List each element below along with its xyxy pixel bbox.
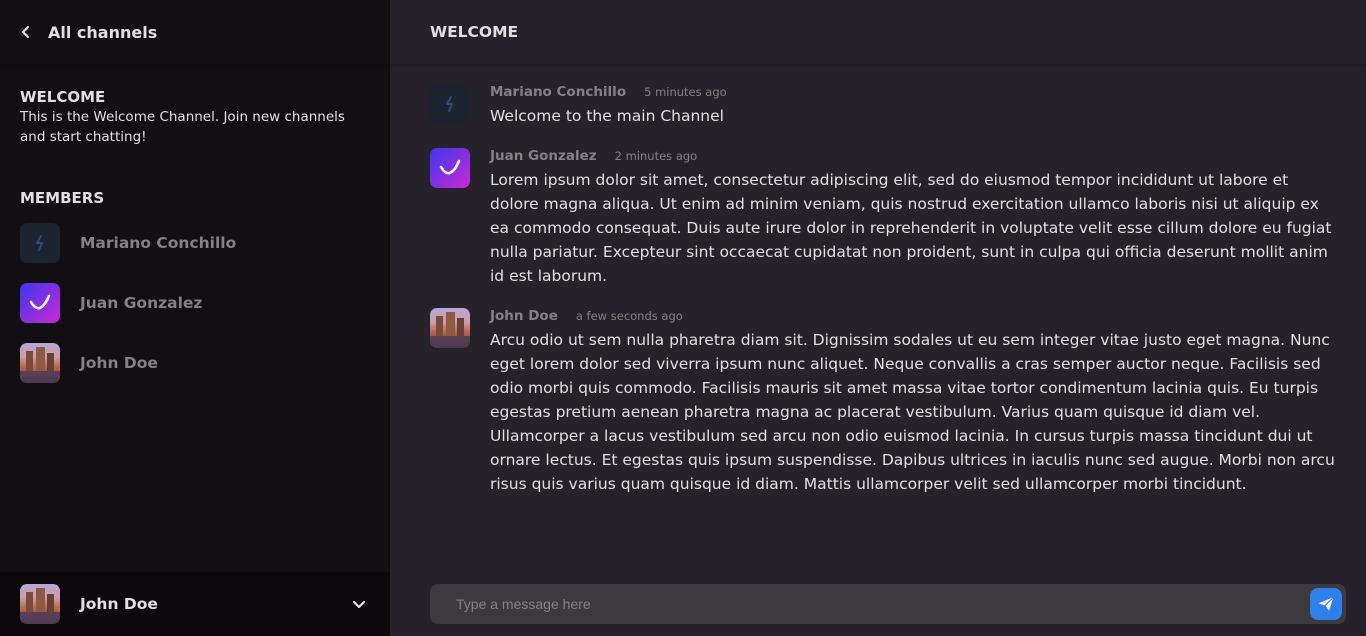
send-button[interactable] — [1310, 588, 1342, 620]
message: Juan Gonzalez 2 minutes ago Lorem ipsum … — [430, 148, 1338, 288]
member-list: Mariano Conchillo Juan Gonzalez John Doe — [20, 223, 370, 383]
message-meta: Juan Gonzalez 2 minutes ago — [490, 148, 1338, 166]
message-text: Arcu odio ut sem nulla pharetra diam sit… — [490, 331, 1335, 493]
member-item[interactable]: Juan Gonzalez — [20, 283, 370, 323]
message-body: John Doe a few seconds ago Arcu odio ut … — [490, 308, 1338, 496]
channel-name: WELCOME — [20, 88, 106, 106]
channel-info: WELCOME This is the Welcome Channel. Joi… — [0, 64, 390, 383]
message-time: a few seconds ago — [575, 309, 683, 323]
photo-image — [20, 347, 60, 383]
current-user-avatar — [20, 584, 60, 624]
check-logo-icon — [439, 159, 461, 175]
photo-image — [430, 312, 470, 348]
members-title: MEMBERS — [20, 189, 105, 207]
message-composer — [430, 584, 1346, 624]
channel-header: WELCOME — [390, 0, 1366, 64]
message-meta: Mariano Conchillo 5 minutes ago — [490, 84, 1338, 102]
message-body: Mariano Conchillo 5 minutes ago Welcome … — [490, 84, 1338, 128]
all-channels-link[interactable]: All channels — [0, 0, 390, 64]
check-logo-icon — [29, 294, 51, 310]
current-user-bar[interactable]: John Doe — [0, 572, 390, 636]
message-text: Welcome to the main Channel — [490, 107, 724, 125]
message-text: Lorem ipsum dolor sit amet, consectetur … — [490, 171, 1332, 285]
member-name: John Doe — [80, 354, 158, 372]
member-item[interactable]: John Doe — [20, 343, 370, 383]
message-input[interactable] — [456, 596, 1310, 612]
logo-icon — [446, 96, 453, 112]
member-item[interactable]: Mariano Conchillo — [20, 223, 370, 263]
message-author: Juan Gonzalez — [490, 148, 597, 164]
avatar — [20, 343, 60, 383]
message: John Doe a few seconds ago Arcu odio ut … — [430, 308, 1338, 496]
current-user-name: John Doe — [80, 595, 158, 613]
send-icon — [1318, 596, 1334, 611]
message-author: John Doe — [490, 308, 558, 324]
message: Mariano Conchillo 5 minutes ago Welcome … — [430, 84, 1338, 128]
chevron-down-icon[interactable] — [352, 599, 366, 609]
message-time: 2 minutes ago — [614, 149, 698, 163]
photo-image — [20, 588, 60, 624]
avatar — [430, 148, 470, 188]
sidebar: All channels WELCOME This is the Welcome… — [0, 0, 390, 636]
chevron-left-icon — [21, 25, 30, 39]
logo-icon — [36, 235, 43, 251]
all-channels-label: All channels — [48, 22, 158, 42]
chat-app: All channels WELCOME This is the Welcome… — [0, 0, 1366, 636]
channel-description: This is the Welcome Channel. Join new ch… — [20, 109, 345, 145]
message-meta: John Doe a few seconds ago — [490, 308, 1338, 326]
member-name: Mariano Conchillo — [80, 234, 237, 252]
avatar — [20, 283, 60, 323]
message-body: Juan Gonzalez 2 minutes ago Lorem ipsum … — [490, 148, 1338, 288]
avatar — [430, 308, 470, 348]
message-author: Mariano Conchillo — [490, 84, 627, 100]
chat-main: WELCOME Mariano Conchillo 5 minutes ago … — [390, 0, 1366, 636]
avatar — [20, 223, 60, 263]
channel-title: WELCOME — [430, 23, 519, 41]
message-time: 5 minutes ago — [644, 85, 727, 99]
message-list: Mariano Conchillo 5 minutes ago Welcome … — [390, 64, 1366, 496]
member-name: Juan Gonzalez — [80, 294, 203, 312]
avatar — [430, 84, 470, 124]
